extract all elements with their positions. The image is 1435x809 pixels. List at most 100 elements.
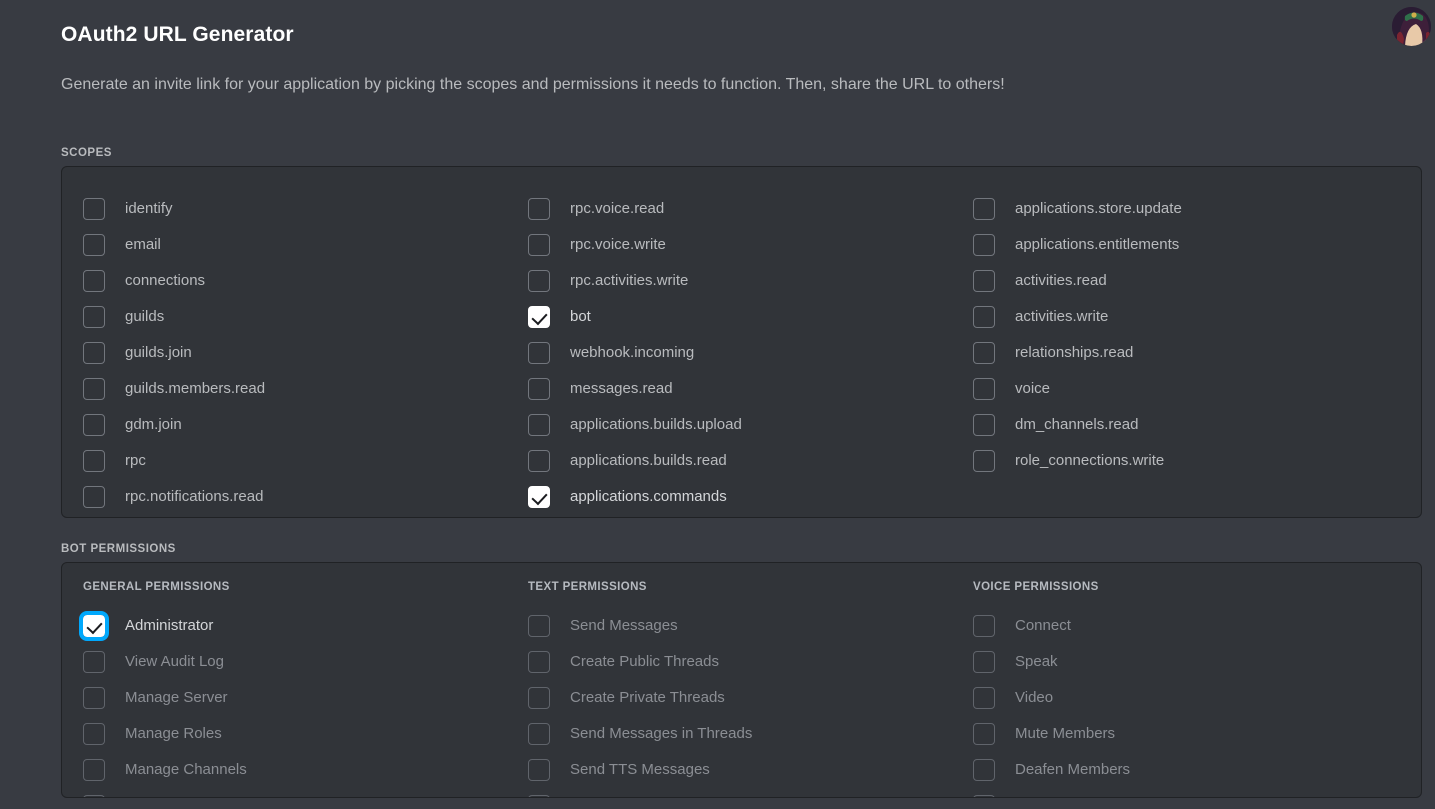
scope-row-bot[interactable]: bot xyxy=(528,299,952,335)
scope-row-guilds[interactable]: guilds xyxy=(83,299,507,335)
scope-checkbox-email[interactable] xyxy=(83,234,105,256)
permission-checkbox-manage-roles[interactable] xyxy=(83,723,105,745)
permission-checkbox-create-private-threads[interactable] xyxy=(528,687,550,709)
scope-row-connections[interactable]: connections xyxy=(83,263,507,299)
scope-row-applications-store-update[interactable]: applications.store.update xyxy=(973,191,1397,227)
scope-checkbox-messages-read[interactable] xyxy=(528,378,550,400)
scope-checkbox-dm-channels-read[interactable] xyxy=(973,414,995,436)
permission-row-manage-channels[interactable]: Manage Channels xyxy=(83,752,507,788)
permission-row-send-tts-messages[interactable]: Send TTS Messages xyxy=(528,752,952,788)
permission-row-connect[interactable]: Connect xyxy=(973,608,1397,644)
permission-checkbox-send-tts-messages[interactable] xyxy=(528,759,550,781)
permission-label: Send Messages xyxy=(570,617,678,634)
scopes-panel: identify email connections guilds guilds… xyxy=(61,166,1422,518)
scope-checkbox-rpc[interactable] xyxy=(83,450,105,472)
permission-checkbox-administrator[interactable] xyxy=(79,611,109,641)
permission-row-send-messages[interactable]: Send Messages xyxy=(528,608,952,644)
permission-checkbox-create-public-threads[interactable] xyxy=(528,651,550,673)
permission-row-view-audit-log[interactable]: View Audit Log xyxy=(83,644,507,680)
scope-row-webhook-incoming[interactable]: webhook.incoming xyxy=(528,335,952,371)
permission-checkbox-manage-messages[interactable] xyxy=(528,795,550,797)
scope-label: rpc.notifications.read xyxy=(125,488,264,505)
scope-checkbox-webhook-incoming[interactable] xyxy=(528,342,550,364)
permission-checkbox-send-messages-in-threads[interactable] xyxy=(528,723,550,745)
scope-checkbox-guilds[interactable] xyxy=(83,306,105,328)
permission-row-speak[interactable]: Speak xyxy=(973,644,1397,680)
scope-row-activities-read[interactable]: activities.read xyxy=(973,263,1397,299)
scope-checkbox-connections[interactable] xyxy=(83,270,105,292)
permission-checkbox-move-members[interactable] xyxy=(973,795,995,797)
scope-row-activities-write[interactable]: activities.write xyxy=(973,299,1397,335)
scope-checkbox-rpc-notifications-read[interactable] xyxy=(83,486,105,508)
scope-checkbox-applications-entitlements[interactable] xyxy=(973,234,995,256)
scope-checkbox-guilds-members-read[interactable] xyxy=(83,378,105,400)
permission-row-create-private-threads[interactable]: Create Private Threads xyxy=(528,680,952,716)
permission-checkbox-send-messages[interactable] xyxy=(528,615,550,637)
scope-row-applications-entitlements[interactable]: applications.entitlements xyxy=(973,227,1397,263)
scope-row-voice[interactable]: voice xyxy=(973,371,1397,407)
scope-checkbox-relationships-read[interactable] xyxy=(973,342,995,364)
permission-checkbox-view-audit-log[interactable] xyxy=(83,651,105,673)
permission-label: Manage Server xyxy=(125,689,228,706)
scope-checkbox-gdm-join[interactable] xyxy=(83,414,105,436)
permission-checkbox-manage-channels[interactable] xyxy=(83,759,105,781)
scope-checkbox-activities-read[interactable] xyxy=(973,270,995,292)
permission-row-manage-server[interactable]: Manage Server xyxy=(83,680,507,716)
scope-row-dm-channels-read[interactable]: dm_channels.read xyxy=(973,407,1397,443)
permission-checkbox-connect[interactable] xyxy=(973,615,995,637)
permission-row-move-members[interactable]: Move Members xyxy=(973,788,1397,797)
scope-row-applications-builds-read[interactable]: applications.builds.read xyxy=(528,443,952,479)
scope-row-relationships-read[interactable]: relationships.read xyxy=(973,335,1397,371)
permission-checkbox-mute-members[interactable] xyxy=(973,723,995,745)
permission-row-kick-members[interactable]: Kick Members xyxy=(83,788,507,797)
scope-row-guilds-members-read[interactable]: guilds.members.read xyxy=(83,371,507,407)
permission-row-manage-roles[interactable]: Manage Roles xyxy=(83,716,507,752)
scope-row-rpc-activities-write[interactable]: rpc.activities.write xyxy=(528,263,952,299)
permission-label: Manage Roles xyxy=(125,725,222,742)
permission-checkbox-kick-members[interactable] xyxy=(83,795,105,797)
scope-checkbox-identify[interactable] xyxy=(83,198,105,220)
scope-row-rpc-notifications-read[interactable]: rpc.notifications.read xyxy=(83,479,507,515)
scope-checkbox-role-connections-write[interactable] xyxy=(973,450,995,472)
permission-checkbox-video[interactable] xyxy=(973,687,995,709)
scope-row-guilds-join[interactable]: guilds.join xyxy=(83,335,507,371)
scopes-section-label: SCOPES xyxy=(61,147,112,159)
permission-row-mute-members[interactable]: Mute Members xyxy=(973,716,1397,752)
permission-checkbox-manage-server[interactable] xyxy=(83,687,105,709)
permission-row-send-messages-in-threads[interactable]: Send Messages in Threads xyxy=(528,716,952,752)
permission-checkbox-deafen-members[interactable] xyxy=(973,759,995,781)
scope-row-email[interactable]: email xyxy=(83,227,507,263)
scope-checkbox-rpc-voice-write[interactable] xyxy=(528,234,550,256)
scope-row-identify[interactable]: identify xyxy=(83,191,507,227)
avatar[interactable] xyxy=(1392,7,1431,46)
scope-checkbox-rpc-voice-read[interactable] xyxy=(528,198,550,220)
scope-row-rpc-voice-read[interactable]: rpc.voice.read xyxy=(528,191,952,227)
permission-label: Send Messages in Threads xyxy=(570,725,753,742)
scope-checkbox-activities-write[interactable] xyxy=(973,306,995,328)
scope-checkbox-bot[interactable] xyxy=(528,306,550,328)
permission-checkbox-speak[interactable] xyxy=(973,651,995,673)
scope-row-applications-commands[interactable]: applications.commands xyxy=(528,479,952,515)
permission-row-manage-messages[interactable]: Manage Messages xyxy=(528,788,952,797)
scope-row-role-connections-write[interactable]: role_connections.write xyxy=(973,443,1397,479)
scope-checkbox-rpc-activities-write[interactable] xyxy=(528,270,550,292)
scope-checkbox-applications-commands[interactable] xyxy=(528,486,550,508)
permission-label: Speak xyxy=(1015,653,1058,670)
permission-row-deafen-members[interactable]: Deafen Members xyxy=(973,752,1397,788)
scope-row-gdm-join[interactable]: gdm.join xyxy=(83,407,507,443)
scope-checkbox-applications-builds-upload[interactable] xyxy=(528,414,550,436)
scope-row-rpc[interactable]: rpc xyxy=(83,443,507,479)
permission-row-administrator[interactable]: Administrator xyxy=(79,608,507,644)
scope-row-rpc-voice-write[interactable]: rpc.voice.write xyxy=(528,227,952,263)
scope-label: applications.store.update xyxy=(1015,200,1182,217)
scope-checkbox-guilds-join[interactable] xyxy=(83,342,105,364)
scopes-column-3: applications.store.update applications.e… xyxy=(952,191,1397,515)
scope-row-messages-read[interactable]: messages.read xyxy=(528,371,952,407)
voice-permissions-heading: VOICE PERMISSIONS xyxy=(973,581,1099,593)
scope-checkbox-applications-builds-read[interactable] xyxy=(528,450,550,472)
permission-row-video[interactable]: Video xyxy=(973,680,1397,716)
scope-row-applications-builds-upload[interactable]: applications.builds.upload xyxy=(528,407,952,443)
permission-row-create-public-threads[interactable]: Create Public Threads xyxy=(528,644,952,680)
scope-checkbox-applications-store-update[interactable] xyxy=(973,198,995,220)
scope-checkbox-voice[interactable] xyxy=(973,378,995,400)
